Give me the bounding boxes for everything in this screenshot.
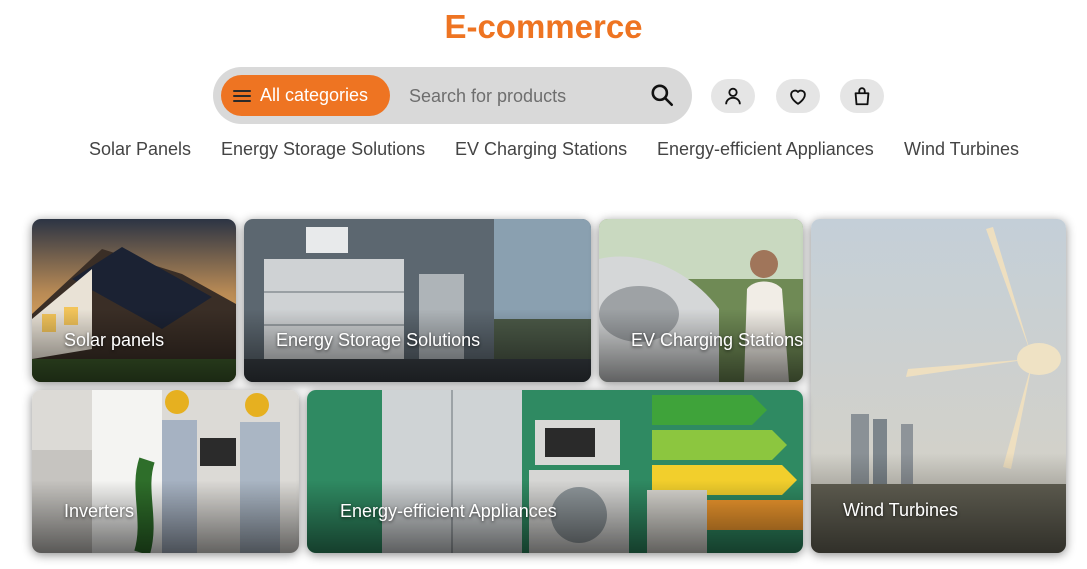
tile-label: Solar panels (64, 330, 165, 350)
search-icon[interactable] (649, 82, 675, 108)
all-categories-label: All categories (260, 85, 369, 105)
category-tile-energy-efficient-appliances[interactable]: Energy-efficient Appliances (307, 390, 803, 553)
tile-label: Inverters (64, 501, 135, 521)
nav-item-ev-charging-stations[interactable]: EV Charging Stations (455, 139, 627, 160)
search-bar: All categories (213, 67, 692, 124)
account-button[interactable] (711, 79, 755, 113)
heart-icon (790, 89, 806, 105)
cart-button[interactable] (840, 79, 884, 113)
all-categories-button[interactable]: All categories (221, 75, 390, 116)
nav-item-wind-turbines[interactable]: Wind Turbines (904, 139, 1019, 160)
tile-label: Energy-efficient Appliances (340, 501, 557, 521)
tile-label: EV Charging Stations (631, 330, 803, 350)
tile-label: Wind Turbines (843, 500, 959, 520)
category-tile-energy-storage-solutions[interactable]: Energy Storage Solutions (244, 219, 591, 382)
category-tile-solar-panels[interactable]: Solar panels (32, 219, 236, 382)
nav-item-energy-efficient-appliances[interactable]: Energy-efficient Appliances (657, 139, 874, 160)
hamburger-icon (233, 89, 251, 102)
category-nav: Solar Panels Energy Storage Solutions EV… (0, 139, 1087, 161)
search-input[interactable] (409, 81, 639, 111)
category-tile-ev-charging-stations[interactable]: EV Charging Stations (599, 219, 803, 382)
site-title: E-commerce (444, 8, 643, 45)
wishlist-button[interactable] (776, 79, 820, 113)
user-icon (725, 87, 741, 105)
category-tile-inverters[interactable]: Inverters (32, 390, 299, 553)
shopping-bag-icon (854, 87, 870, 106)
nav-item-solar-panels[interactable]: Solar Panels (89, 139, 191, 160)
tile-label: Energy Storage Solutions (276, 330, 481, 350)
category-tile-wind-turbines[interactable]: Wind Turbines (811, 219, 1066, 553)
nav-item-energy-storage-solutions[interactable]: Energy Storage Solutions (221, 139, 425, 160)
